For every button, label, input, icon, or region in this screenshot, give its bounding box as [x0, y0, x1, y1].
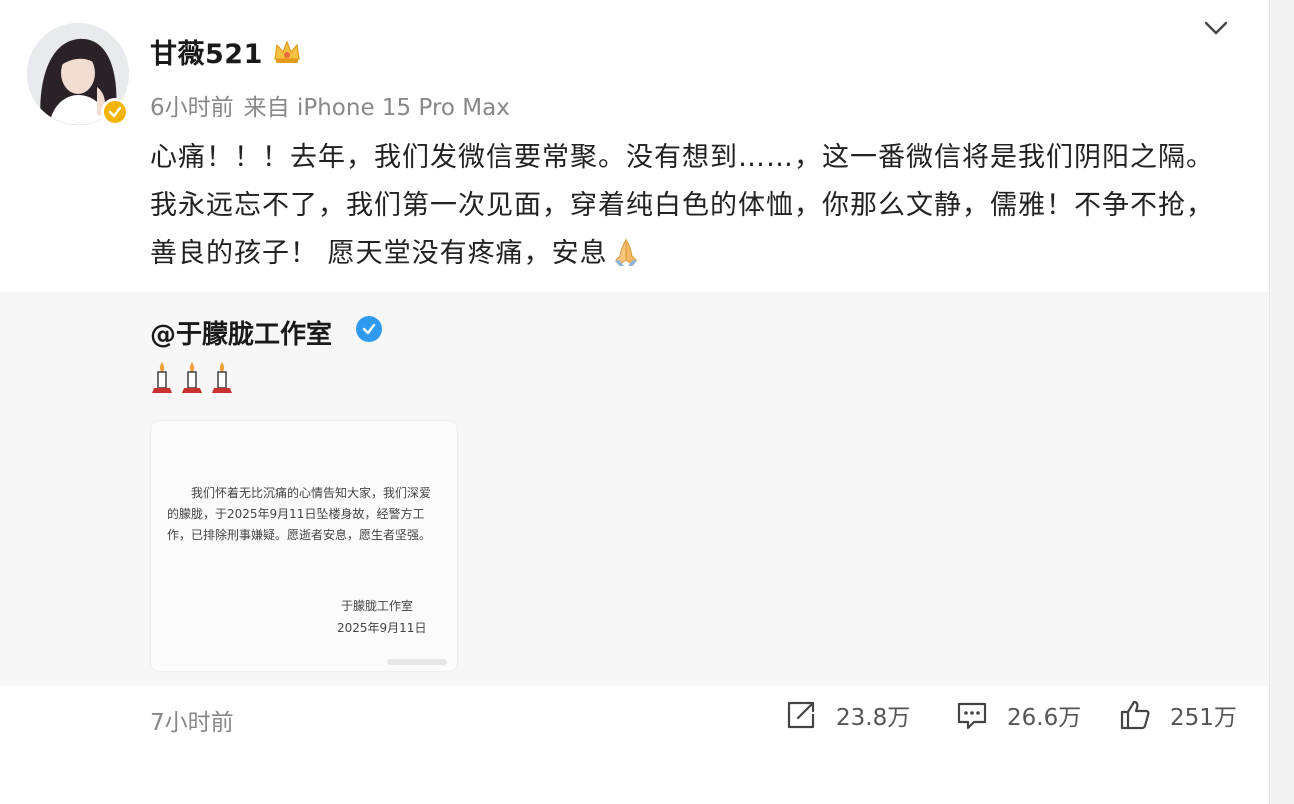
candle-icon: [212, 362, 232, 393]
post-source: 来自 iPhone 15 Pro Max: [243, 95, 510, 121]
post-time: 6小时前: [150, 95, 234, 121]
candle-icon: [182, 362, 202, 393]
watermark: [387, 659, 447, 665]
candle-icon: [152, 362, 172, 393]
folded-hands-icon: [614, 238, 637, 266]
chevron-down-icon[interactable]: [1200, 16, 1232, 40]
notice-image[interactable]: 我们怀着无比沉痛的心情告知大家，我们深爱的朦胧，于2025年9月11日坠楼身故，…: [150, 420, 458, 672]
verified-badge-icon: [101, 98, 129, 126]
comment-icon: [957, 702, 987, 730]
crown-icon: [274, 40, 300, 63]
scrollbar[interactable]: [1269, 0, 1294, 804]
post-meta: 6小时前 来自 iPhone 15 Pro Max: [150, 88, 510, 122]
blue-verified-icon: [356, 316, 382, 342]
like-count: 251万: [1170, 705, 1237, 731]
repost-button[interactable]: 23.8万: [784, 698, 910, 732]
notice-date: 2025年9月11日: [337, 621, 427, 635]
weibo-post: 甘薇521 6小时前 来自 iPhone 15 Pro Max 心痛！！！去年，我…: [0, 0, 1270, 804]
footer-time: 7小时前: [150, 710, 234, 736]
candle-emojis: [150, 360, 234, 396]
username[interactable]: 甘薇521: [150, 32, 263, 71]
notice-body: 我们怀着无比沉痛的心情告知大家，我们深爱的朦胧，于2025年9月11日坠楼身故，…: [167, 486, 432, 542]
like-icon: [1120, 700, 1150, 730]
post-text-content: 心痛！！！去年，我们发微信要常聚。没有想到……，这一番微信将是我们阴阳之隔。我永…: [150, 142, 1214, 269]
notice-signature: 于朦胧工作室: [341, 599, 414, 613]
comment-count: 26.6万: [1007, 705, 1082, 731]
repost-block[interactable]: @于朦胧工作室 我们怀着无比沉痛的心情告知大家，我们深爱的朦胧，于2025年9月…: [0, 292, 1270, 686]
repost-icon: [787, 701, 815, 729]
repost-count: 23.8万: [836, 705, 911, 731]
comment-button[interactable]: 26.6万: [955, 698, 1081, 732]
repost-author[interactable]: @于朦胧工作室: [150, 314, 332, 351]
like-button[interactable]: 251万: [1118, 698, 1237, 732]
post-text: 心痛！！！去年，我们发微信要常聚。没有想到……，这一番微信将是我们阴阳之隔。我永…: [150, 134, 1240, 278]
